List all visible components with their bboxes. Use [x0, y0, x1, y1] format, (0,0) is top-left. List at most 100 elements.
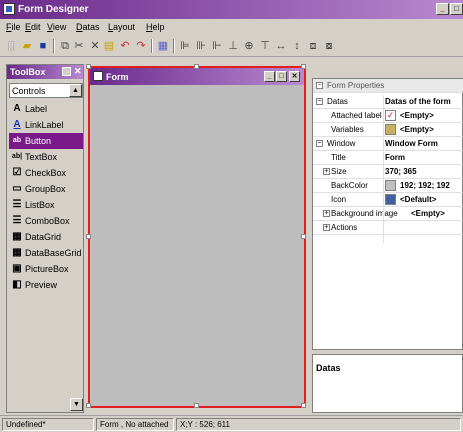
redo-icon[interactable]: ↷ — [134, 39, 148, 53]
toolbox-item-datagrid[interactable]: ▦ DataGrid — [9, 229, 83, 245]
toolbox-item-label: PictureBox — [25, 264, 69, 274]
prop-row-datas[interactable]: − Datas Datas of the form — [313, 95, 463, 109]
menu-datas[interactable]: Datas — [76, 22, 100, 32]
align-center-icon[interactable]: ⊪ — [194, 39, 208, 53]
toolbox-item-preview[interactable]: ◧ Preview — [9, 277, 83, 293]
menu-layout[interactable]: Layout — [108, 22, 135, 32]
toolbox-item-combobox[interactable]: ☰ ComboBox — [9, 213, 83, 229]
expand-icon[interactable]: + — [323, 210, 330, 217]
label-icon: A — [13, 103, 21, 114]
align-top-icon[interactable]: ⊥ — [226, 39, 240, 53]
prop-row-title[interactable]: Title Form — [313, 151, 463, 165]
prop-row-icon[interactable]: Icon <Default> — [313, 193, 463, 207]
button-icon: ab — [12, 137, 22, 144]
toolbar-separator — [151, 39, 153, 53]
resize-handle-top-left[interactable] — [86, 64, 91, 69]
grid-icon[interactable]: ▦ — [156, 39, 170, 53]
resize-handle-bottom-right[interactable] — [301, 403, 306, 408]
collapse-icon[interactable]: − — [316, 98, 323, 105]
prop-row-backcolor[interactable]: BackColor 192; 192; 192 — [313, 179, 463, 193]
resize-handle-bottom[interactable] — [194, 403, 199, 408]
send-back-icon[interactable]: ⧇ — [322, 39, 336, 53]
app-title: Form Designer — [18, 4, 89, 15]
toolbox-item-label: ListBox — [25, 200, 55, 210]
undo-icon[interactable]: ↶ — [118, 39, 132, 53]
chevron-up-icon[interactable]: ▲ — [69, 84, 82, 97]
toolbox-item-label: Preview — [25, 280, 58, 290]
resize-handle-top[interactable] — [194, 64, 199, 69]
toolbox-item-databasegrid[interactable]: ▦ DataBaseGrid — [9, 245, 83, 261]
collapse-icon[interactable]: − — [316, 82, 323, 89]
toolbox-title: ToolBox — [10, 67, 46, 77]
prop-row-background-image[interactable]: + Background image <Empty> — [313, 207, 463, 221]
minimize-button[interactable]: _ — [436, 3, 449, 15]
prop-row-actions[interactable]: + Actions — [313, 221, 463, 235]
menu-view[interactable]: View — [47, 22, 66, 32]
label-icon: ✓ — [385, 110, 396, 121]
prop-row-window[interactable]: − Window Window Form — [313, 137, 463, 151]
new-file-icon[interactable]: ▯ — [4, 39, 18, 53]
form-icon-preview — [385, 194, 396, 205]
listbox-icon: ☰ — [12, 199, 22, 210]
menu-help[interactable]: Help — [146, 22, 165, 32]
prop-row-variables[interactable]: Variables <Empty> — [313, 123, 463, 137]
form-title-bar: Form _ □ ✕ — [90, 68, 304, 85]
pin-icon[interactable] — [62, 67, 71, 76]
bring-front-icon[interactable]: ⧈ — [306, 39, 320, 53]
open-folder-icon[interactable]: ▰ — [20, 39, 34, 53]
align-left-icon[interactable]: ⊫ — [178, 39, 192, 53]
toolbox-item-label: GroupBox — [25, 184, 66, 194]
resize-handle-right[interactable] — [301, 234, 306, 239]
scroll-down-button[interactable]: ▼ — [70, 398, 83, 411]
expand-icon[interactable]: + — [323, 224, 330, 231]
paste-icon[interactable]: ▤ — [102, 39, 116, 53]
save-icon[interactable]: ■ — [36, 39, 50, 53]
variables-icon — [385, 124, 396, 135]
picturebox-icon: ▣ — [12, 263, 22, 274]
resize-handle-bottom-left[interactable] — [86, 403, 91, 408]
same-height-icon[interactable]: ↕ — [290, 39, 304, 53]
collapse-icon[interactable]: − — [316, 140, 323, 147]
toolbox-item-textbox[interactable]: ab| TextBox — [9, 149, 83, 165]
toolbox-item-label: Label — [25, 104, 48, 114]
menu-file[interactable]: File — [6, 22, 21, 32]
toolbox-item-linklabel[interactable]: A LinkLabel — [9, 117, 83, 133]
app-titlebar: Form Designer _ □ — [0, 0, 463, 19]
toolbar-separator — [53, 39, 55, 53]
form-maximize-button[interactable]: □ — [276, 71, 287, 82]
align-right-icon[interactable]: ⊩ — [210, 39, 224, 53]
prop-row-size[interactable]: + Size 370; 365 — [313, 165, 463, 179]
status-coordinates: X;Y : 526; 611 — [176, 418, 461, 431]
toolbox-item-button[interactable]: ab Button — [9, 133, 83, 149]
form-close-button[interactable]: ✕ — [289, 71, 300, 82]
form-design-surface[interactable]: Form _ □ ✕ — [86, 64, 306, 408]
properties-grid: − Form Properties − Datas Datas of the f… — [312, 78, 463, 350]
resize-handle-left[interactable] — [86, 234, 91, 239]
menu-edit[interactable]: Edit — [25, 22, 41, 32]
toolbox-item-label: DataBaseGrid — [25, 248, 82, 258]
form-minimize-button[interactable]: _ — [264, 71, 275, 82]
toolbox-item-listbox[interactable]: ☰ ListBox — [9, 197, 83, 213]
align-middle-icon[interactable]: ⊕ — [242, 39, 256, 53]
toolbox-item-label: CheckBox — [25, 168, 67, 178]
properties-header: − Form Properties — [313, 79, 463, 93]
copy-icon[interactable]: ⧉ — [58, 39, 72, 53]
align-bottom-icon[interactable]: ⊤ — [258, 39, 272, 53]
resize-handle-top-right[interactable] — [301, 64, 306, 69]
toolbox-item-label[interactable]: A Label — [9, 101, 83, 117]
maximize-button[interactable]: □ — [450, 3, 463, 15]
preview-icon: ◧ — [12, 279, 22, 290]
toolbox-item-picturebox[interactable]: ▣ PictureBox — [9, 261, 83, 277]
toolbox-category-select[interactable]: Controls ▲ — [9, 83, 83, 98]
toolbox-item-groupbox[interactable]: ▭ GroupBox — [9, 181, 83, 197]
expand-icon[interactable]: + — [323, 168, 330, 175]
cut-icon[interactable]: ✂ — [72, 39, 86, 53]
status-document: Undefined* — [2, 418, 94, 431]
same-width-icon[interactable]: ↔ — [274, 39, 288, 53]
delete-icon[interactable]: ✕ — [88, 39, 102, 53]
prop-row-attached-label[interactable]: Attached label ✓ <Empty> — [313, 109, 463, 123]
toolbox-item-checkbox[interactable]: ☑ CheckBox — [9, 165, 83, 181]
checkbox-icon: ☑ — [12, 167, 22, 178]
app-icon — [3, 3, 15, 15]
close-icon[interactable]: ✕ — [74, 66, 82, 77]
